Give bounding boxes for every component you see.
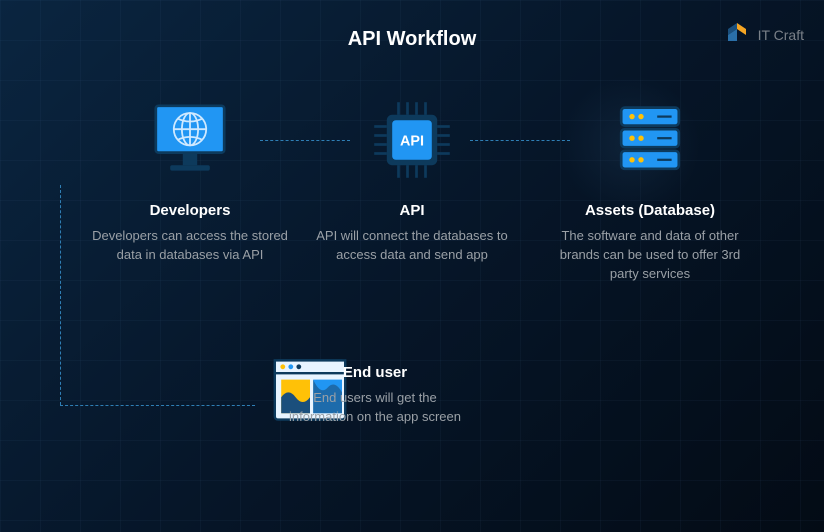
node-api: API API API will connect the databases t… [302, 90, 522, 265]
chip-api-icon: API [362, 90, 462, 190]
brand-text: IT Craft [758, 27, 804, 43]
node-enduser-title: End user [275, 364, 475, 381]
node-assets: Assets (Database) The software and data … [540, 90, 760, 284]
node-developers-title: Developers [150, 202, 231, 219]
node-developers-desc: Developers can access the stored data in… [80, 227, 300, 265]
node-assets-title: Assets (Database) [585, 202, 715, 219]
node-enduser-desc: End users will get the information on th… [275, 389, 475, 427]
node-developers: Developers Developers can access the sto… [80, 90, 300, 265]
diagram-title: API Workflow [348, 28, 477, 51]
node-enduser: End user End users will get the informat… [220, 340, 440, 427]
monitor-globe-icon [140, 90, 240, 190]
node-assets-desc: The software and data of other brands ca… [540, 227, 760, 284]
node-api-title: API [399, 202, 424, 219]
brand-badge: IT Craft [722, 20, 804, 50]
node-api-desc: API will connect the databases to access… [302, 227, 522, 265]
connector-developers-enduser-vertical [60, 185, 61, 405]
brand-logo-icon [722, 20, 752, 50]
server-stack-icon [600, 90, 700, 190]
svg-text:API: API [400, 133, 424, 149]
